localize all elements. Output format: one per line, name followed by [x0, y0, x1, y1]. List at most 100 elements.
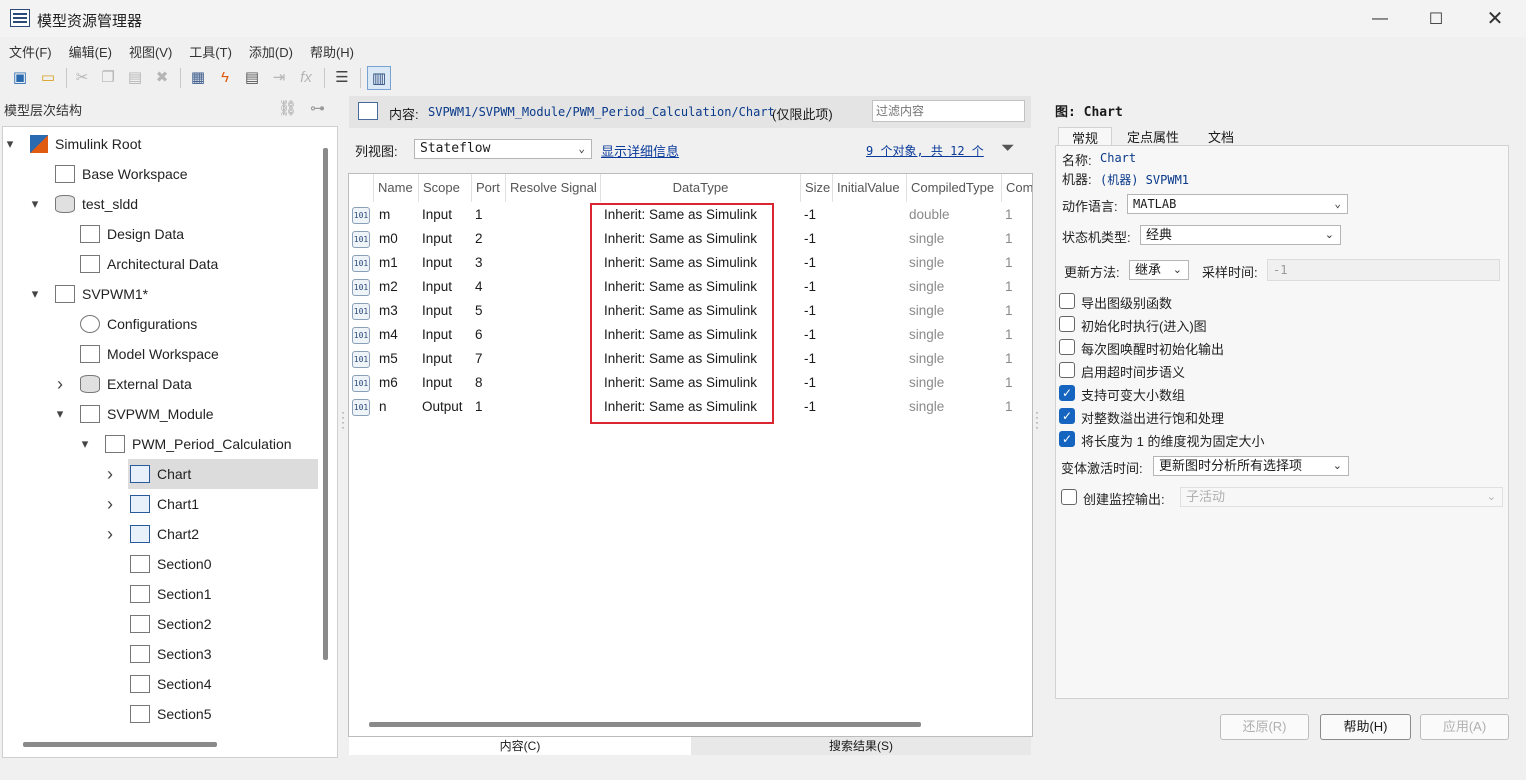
- open-folder-icon[interactable]: ▭: [37, 66, 59, 88]
- option-checkbox[interactable]: ✓: [1059, 408, 1075, 424]
- tree-item[interactable]: ▾ test_sldd: [32, 189, 318, 219]
- filter-contents-input[interactable]: [872, 100, 1025, 122]
- tree-item[interactable]: Section5: [128, 699, 318, 729]
- option-checkbox[interactable]: [1059, 362, 1075, 378]
- tree-item[interactable]: › Chart2: [107, 519, 318, 549]
- add-data-icon[interactable]: ▦: [187, 66, 209, 88]
- action-language-select[interactable]: MATLAB ⌄: [1127, 194, 1348, 214]
- sample-time-field[interactable]: -1: [1267, 259, 1500, 281]
- monitor-output-select[interactable]: 子活动 ⌄: [1180, 487, 1503, 507]
- col-header-size[interactable]: Size: [801, 174, 833, 202]
- chevron-right-icon[interactable]: ›: [53, 374, 67, 395]
- tree-item[interactable]: Architectural Data: [78, 249, 318, 279]
- tab-fixed-point[interactable]: 定点属性: [1118, 127, 1188, 147]
- chevron-down-icon[interactable]: ▾: [28, 196, 42, 212]
- add-message-icon[interactable]: ▤: [241, 66, 263, 88]
- tree-item[interactable]: Base Workspace: [53, 159, 318, 189]
- tree-item[interactable]: Model Workspace: [78, 339, 318, 369]
- delete-icon[interactable]: ✖: [151, 66, 173, 88]
- col-header-resolve-signal[interactable]: Resolve Signal: [506, 174, 601, 202]
- tree-item[interactable]: Section1: [128, 579, 318, 609]
- tab-search-results[interactable]: 搜索结果(S): [691, 737, 1031, 755]
- filter-funnel-icon[interactable]: ⏷: [1001, 138, 1015, 158]
- add-signal-icon[interactable]: ⇥: [268, 66, 290, 88]
- tree-item[interactable]: › Chart1: [107, 489, 318, 519]
- tree-item[interactable]: › Chart: [107, 459, 318, 489]
- col-header-initialvalue[interactable]: InitialValue: [833, 174, 907, 202]
- copy-icon[interactable]: ❐: [97, 66, 119, 88]
- splitter-handle[interactable]: · · · ·: [341, 406, 345, 433]
- tree-item[interactable]: Design Data: [78, 219, 318, 249]
- option-checkbox[interactable]: [1059, 316, 1075, 332]
- chevron-down-icon[interactable]: ▾: [78, 436, 92, 452]
- tree-item[interactable]: ▾ Simulink Root: [7, 129, 318, 159]
- apply-button[interactable]: 应用(A): [1420, 714, 1509, 740]
- link-icon[interactable]: ⛓: [278, 99, 297, 117]
- tree-item[interactable]: ▾ SVPWM_Module: [57, 399, 318, 429]
- monitor-output-checkbox[interactable]: [1061, 489, 1077, 505]
- properties-icon[interactable]: ☰: [331, 66, 353, 88]
- menu-edit[interactable]: 编辑(E): [60, 38, 120, 61]
- tree-item[interactable]: Section0: [128, 549, 318, 579]
- minimize-icon[interactable]: —: [1351, 0, 1409, 37]
- col-header-name[interactable]: Name: [374, 174, 419, 202]
- menu-view[interactable]: 视图(V): [120, 38, 180, 61]
- col-header-compiledtype[interactable]: CompiledType: [907, 174, 1002, 202]
- maximize-icon[interactable]: ☐: [1407, 0, 1465, 37]
- tree-item[interactable]: ▾ SVPWM1*: [32, 279, 318, 309]
- column-view-select[interactable]: Stateflow ⌄: [414, 139, 592, 159]
- tab-contents[interactable]: 内容(C): [349, 737, 691, 755]
- machine-value[interactable]: (机器) SVPWM1: [1100, 171, 1189, 188]
- tab-documentation[interactable]: 文档: [1195, 127, 1247, 147]
- option-checkbox[interactable]: [1059, 293, 1075, 309]
- object-count-link[interactable]: 9 个对象, 共 12 个: [866, 142, 984, 159]
- chevron-down-icon[interactable]: ▾: [3, 136, 17, 152]
- table-horizontal-scrollbar[interactable]: [369, 722, 921, 727]
- show-details-link[interactable]: 显示详细信息: [601, 141, 679, 160]
- menu-help[interactable]: 帮助(H): [301, 38, 362, 61]
- tree-item[interactable]: Configurations: [78, 309, 318, 339]
- chevron-right-icon[interactable]: ›: [103, 464, 117, 485]
- cell-port: 4: [475, 279, 483, 294]
- close-icon[interactable]: ✕: [1466, 0, 1524, 37]
- tree-item[interactable]: Section4: [128, 669, 318, 699]
- paste-icon[interactable]: ▤: [124, 66, 146, 88]
- chevron-down-icon[interactable]: ▾: [53, 406, 67, 422]
- option-label: 启用超时间步语义: [1081, 365, 1186, 380]
- menu-file[interactable]: 文件(F): [0, 38, 60, 61]
- name-value[interactable]: Chart: [1100, 151, 1136, 165]
- col-header-com[interactable]: Com: [1002, 174, 1032, 202]
- tree-item-label: Section5: [157, 706, 212, 722]
- revert-button[interactable]: 还原(R): [1220, 714, 1309, 740]
- glasses-icon[interactable]: ⊶: [310, 99, 325, 117]
- menu-tools[interactable]: 工具(T): [180, 38, 240, 61]
- chart-type-select[interactable]: 经典 ⌄: [1140, 225, 1341, 245]
- content-path[interactable]: SVPWM1/SVPWM_Module/PWM_Period_Calculati…: [428, 105, 775, 119]
- cut-icon[interactable]: ✂: [71, 66, 93, 88]
- help-button[interactable]: 帮助(H): [1320, 714, 1411, 740]
- col-header-scope[interactable]: Scope: [419, 174, 472, 202]
- chevron-down-icon[interactable]: ▾: [28, 286, 42, 302]
- col-header-datatype[interactable]: DataType: [601, 174, 801, 202]
- new-model-icon[interactable]: ▣: [9, 66, 31, 88]
- add-event-icon[interactable]: ϟ: [214, 66, 236, 88]
- show-dialog-pane-icon[interactable]: ▥: [367, 66, 391, 90]
- option-checkbox[interactable]: ✓: [1059, 385, 1075, 401]
- option-checkbox[interactable]: ✓: [1059, 431, 1075, 447]
- tree-item[interactable]: › External Data: [57, 369, 318, 399]
- update-method-select[interactable]: 继承 ⌄: [1129, 260, 1189, 280]
- chevron-right-icon[interactable]: ›: [103, 494, 117, 515]
- chevron-right-icon[interactable]: ›: [103, 524, 117, 545]
- splitter-handle-right[interactable]: · · · ·: [1035, 406, 1039, 433]
- menu-add[interactable]: 添加(D): [240, 38, 301, 61]
- tree-item[interactable]: ▾ PWM_Period_Calculation: [82, 429, 318, 459]
- cell-com: 1: [1005, 351, 1013, 366]
- option-checkbox[interactable]: [1059, 339, 1075, 355]
- add-function-icon[interactable]: fx: [295, 66, 317, 88]
- tree-item[interactable]: Section3: [128, 639, 318, 669]
- tree-vertical-scrollbar[interactable]: [323, 148, 328, 660]
- tree-horizontal-scrollbar[interactable]: [23, 742, 217, 747]
- variant-activation-select[interactable]: 更新图时分析所有选择项 ⌄: [1153, 456, 1349, 476]
- col-header-port[interactable]: Port: [472, 174, 506, 202]
- tree-item[interactable]: Section2: [128, 609, 318, 639]
